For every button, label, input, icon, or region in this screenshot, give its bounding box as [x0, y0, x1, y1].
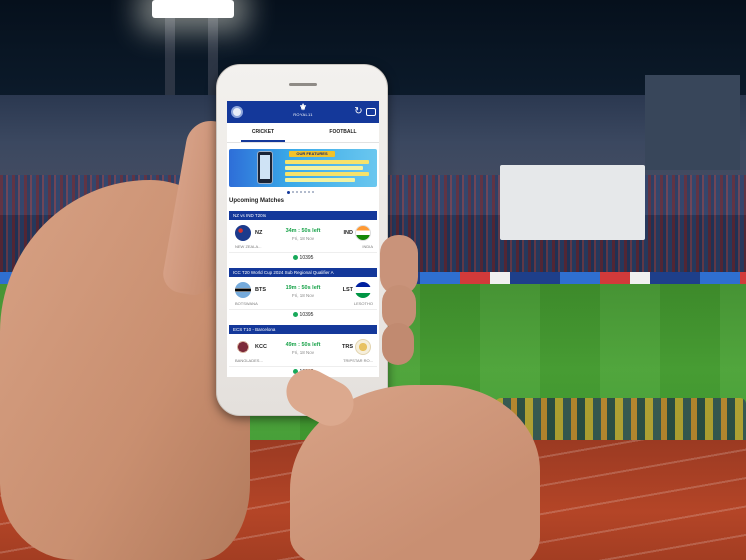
carousel-dot[interactable]: [287, 191, 290, 194]
active-tab-indicator: [241, 140, 285, 142]
brand-mark-icon: ⚜: [298, 102, 308, 112]
match-date: Fri, 18 Nov: [291, 293, 314, 298]
team-flag-icon: [235, 282, 251, 298]
team-flag-icon: [355, 282, 371, 298]
stadium-tower: [645, 75, 740, 170]
team-flag-icon: [355, 225, 371, 241]
banner-feature-line: [285, 172, 369, 176]
floodlight: [152, 0, 234, 18]
prize-pool: 10395: [285, 311, 321, 319]
match-countdown: 19m : 50s left: [285, 285, 321, 291]
banner-phone-screen: [260, 155, 270, 179]
phone-speaker: [289, 83, 317, 86]
home-team-code: KCC: [255, 344, 267, 350]
team-logo-icon: [355, 339, 371, 355]
match-league: NZ vs IND T20Is: [229, 211, 377, 220]
refresh-icon[interactable]: ↻: [353, 106, 364, 117]
carousel-dot[interactable]: [312, 191, 314, 193]
banner-feature-line: [285, 178, 355, 182]
coin-icon: [292, 254, 298, 260]
match-countdown: 34m : 50s left: [285, 228, 321, 234]
prize-pool: 10395: [285, 254, 321, 262]
banner-feature-line: [285, 160, 369, 164]
banner-feature-line: [285, 166, 363, 170]
carousel-dot[interactable]: [308, 191, 310, 193]
match-card[interactable]: ICC T20 World Cup 2024 Sub Regional Qual…: [229, 268, 377, 325]
home-team-name: BOTSWANA: [235, 301, 258, 306]
app-logo-icon[interactable]: [231, 106, 243, 118]
phone-screen: ⚜ ROYAL11 ↻ CRICKET FOOTBALL OUR FEATURE…: [227, 101, 379, 377]
away-team-name: INDIA: [362, 244, 373, 249]
home-team-code: BTS: [255, 287, 266, 293]
smartphone: ⚜ ROYAL11 ↻ CRICKET FOOTBALL OUR FEATURE…: [216, 64, 388, 416]
away-team-name: TRIPSTAR RO...: [343, 358, 373, 363]
match-card[interactable]: NZ vs IND T20Is NZ 34m : 50s left Fri, 1…: [229, 211, 377, 268]
divider: [229, 309, 377, 310]
match-league: ECS T10 - Barcelona: [229, 325, 377, 334]
away-team-code: IND: [343, 230, 353, 236]
brand-name: ROYAL11: [293, 112, 313, 117]
away-team-code: LST: [342, 287, 353, 293]
away-team-name: LESOTHO: [353, 301, 373, 306]
brand-logo: ⚜ ROYAL11: [285, 102, 321, 122]
prize-value: 10395: [299, 312, 314, 318]
section-title: Upcoming Matches: [229, 198, 285, 204]
match-date: Fri, 18 Nov: [291, 236, 314, 241]
team-logo-icon: [235, 339, 251, 355]
banner-phone-graphic: [257, 151, 273, 184]
carousel-dot[interactable]: [296, 191, 298, 193]
tab-football[interactable]: FOOTBALL: [313, 129, 373, 135]
wallet-icon[interactable]: [366, 108, 376, 116]
features-banner[interactable]: OUR FEATURES: [229, 149, 377, 187]
sport-tabs: CRICKET FOOTBALL: [227, 123, 379, 143]
home-team-name: BANGLADES...: [235, 358, 263, 363]
banner-ribbon: OUR FEATURES: [289, 151, 335, 157]
scoreboard-screen: [500, 165, 645, 240]
divider: [229, 252, 377, 253]
tab-cricket[interactable]: CRICKET: [233, 129, 293, 135]
divider: [229, 366, 377, 367]
carousel-dot[interactable]: [292, 191, 294, 193]
app-header: ⚜ ROYAL11 ↻: [227, 101, 379, 123]
match-countdown: 49m : 50s left: [285, 342, 321, 348]
carousel-dots: [287, 191, 327, 194]
away-team-code: TRS: [342, 344, 353, 350]
home-team-code: NZ: [255, 230, 263, 236]
coin-icon: [292, 311, 298, 317]
match-league: ICC T20 World Cup 2024 Sub Regional Qual…: [229, 268, 377, 277]
match-date: Fri, 18 Nov: [291, 350, 314, 355]
carousel-dot[interactable]: [304, 191, 306, 193]
team-flag-icon: [235, 225, 251, 241]
prize-value: 10395: [299, 255, 314, 261]
home-team-name: NEW ZEALA...: [235, 244, 262, 249]
carousel-dot[interactable]: [300, 191, 302, 193]
right-hand-finger: [382, 323, 414, 365]
